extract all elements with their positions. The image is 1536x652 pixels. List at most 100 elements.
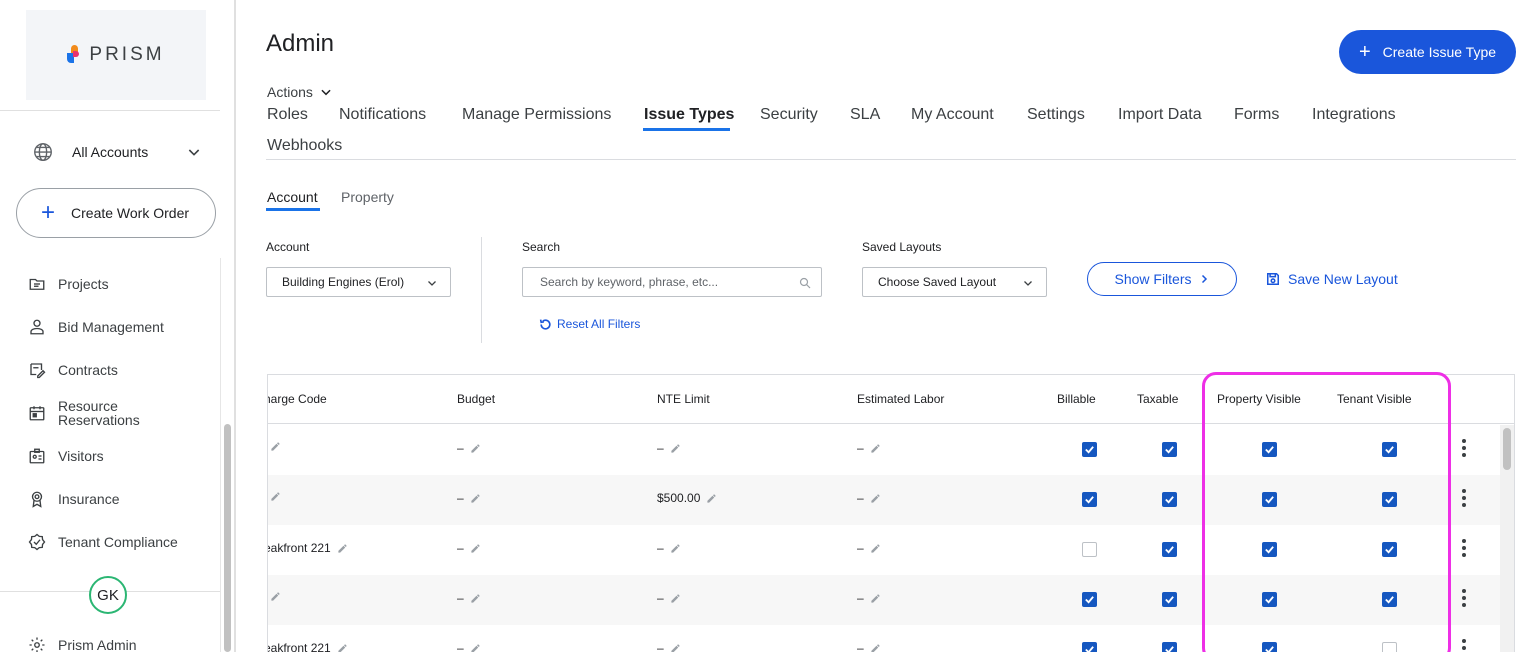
row-menu-icon[interactable]: [1462, 439, 1466, 459]
pencil-icon[interactable]: [270, 591, 281, 602]
table-row: eakfront 221 – – –: [268, 625, 1500, 652]
row-menu-icon[interactable]: [1462, 539, 1466, 559]
tab-forms[interactable]: Forms: [1234, 106, 1279, 124]
pencil-icon[interactable]: [870, 443, 881, 454]
column-header-tenant-visible[interactable]: Tenant Visible: [1337, 392, 1412, 406]
row-menu-icon[interactable]: [1462, 639, 1466, 652]
pencil-icon[interactable]: [470, 493, 481, 504]
create-work-order-button[interactable]: + Create Work Order: [16, 188, 216, 238]
sidebar-item-tenant-compliance[interactable]: Tenant Compliance: [28, 520, 218, 563]
sidebar-item-prism-admin[interactable]: Prism Admin: [28, 636, 137, 652]
pencil-icon[interactable]: [670, 543, 681, 554]
property-visible-checkbox[interactable]: [1262, 492, 1277, 507]
tenant-visible-checkbox[interactable]: [1382, 542, 1397, 557]
save-new-layout-button[interactable]: Save New Layout: [1266, 271, 1398, 287]
sidebar-item-label: Resource Reservations: [58, 397, 140, 428]
taxable-checkbox[interactable]: [1162, 592, 1177, 607]
account-selector[interactable]: All Accounts: [32, 140, 202, 164]
show-filters-button[interactable]: Show Filters: [1087, 262, 1237, 296]
tab-issue-types[interactable]: Issue Types: [644, 106, 734, 124]
pencil-icon[interactable]: [870, 593, 881, 604]
account-filter-select[interactable]: Building Engines (Erol): [266, 267, 451, 297]
pencil-icon[interactable]: [870, 543, 881, 554]
pencil-icon[interactable]: [670, 593, 681, 604]
tenant-visible-checkbox[interactable]: [1382, 492, 1397, 507]
taxable-checkbox[interactable]: [1162, 442, 1177, 457]
cell-value: –: [457, 591, 464, 605]
pencil-icon[interactable]: [870, 643, 881, 652]
check-icon: [1385, 596, 1394, 604]
tenant-visible-checkbox[interactable]: [1382, 442, 1397, 457]
property-visible-checkbox[interactable]: [1262, 592, 1277, 607]
tab-sla[interactable]: SLA: [850, 106, 880, 124]
billable-checkbox[interactable]: [1082, 492, 1097, 507]
search-input[interactable]: [540, 268, 800, 296]
tenant-visible-checkbox[interactable]: [1382, 592, 1397, 607]
column-header-budget[interactable]: Budget: [457, 392, 495, 406]
billable-checkbox[interactable]: [1082, 642, 1097, 652]
prism-logo[interactable]: PRISM: [26, 10, 206, 100]
row-menu-icon[interactable]: [1462, 489, 1466, 509]
taxable-checkbox[interactable]: [1162, 542, 1177, 557]
taxable-checkbox[interactable]: [1162, 642, 1177, 652]
column-header-charge-code[interactable]: harge Code: [268, 392, 327, 406]
tab-notifications[interactable]: Notifications: [339, 106, 426, 124]
column-header-nte-limit[interactable]: NTE Limit: [657, 392, 710, 406]
property-visible-checkbox[interactable]: [1262, 642, 1277, 652]
tab-integrations[interactable]: Integrations: [1312, 106, 1396, 124]
sidebar-item-contracts[interactable]: Contracts: [28, 348, 218, 391]
pencil-icon[interactable]: [470, 593, 481, 604]
tab-security[interactable]: Security: [760, 106, 818, 124]
pencil-icon[interactable]: [470, 643, 481, 652]
taxable-checkbox[interactable]: [1162, 492, 1177, 507]
sidebar-item-projects[interactable]: Projects: [28, 262, 218, 305]
reset-all-filters-link[interactable]: Reset All Filters: [539, 317, 640, 331]
pencil-icon[interactable]: [270, 491, 281, 502]
tenant-visible-checkbox[interactable]: [1382, 642, 1397, 652]
pencil-icon[interactable]: [470, 443, 481, 454]
pencil-icon[interactable]: [337, 643, 348, 652]
billable-checkbox[interactable]: [1082, 442, 1097, 457]
sidebar-scrollbar[interactable]: [224, 424, 231, 652]
sidebar-item-visitors[interactable]: Visitors: [28, 434, 218, 477]
cell-nte-limit: –: [657, 641, 681, 652]
column-header-taxable[interactable]: Taxable: [1137, 392, 1178, 406]
subtab-account[interactable]: Account: [267, 189, 318, 205]
actions-menu[interactable]: Actions: [267, 84, 333, 100]
tab-webhooks[interactable]: Webhooks: [267, 137, 342, 155]
tab-manage-permissions[interactable]: Manage Permissions: [462, 106, 611, 124]
pencil-icon[interactable]: [870, 493, 881, 504]
billable-checkbox[interactable]: [1082, 592, 1097, 607]
column-header-billable[interactable]: Billable: [1057, 392, 1096, 406]
sidebar-item-resource-reservations[interactable]: Resource Reservations: [28, 391, 218, 434]
tab-import-data[interactable]: Import Data: [1118, 106, 1202, 124]
table-scrollbar[interactable]: [1503, 428, 1511, 470]
subtab-property[interactable]: Property: [341, 189, 394, 205]
tab-roles[interactable]: Roles: [267, 106, 308, 124]
tab-my-account[interactable]: My Account: [911, 106, 994, 124]
sidebar-item-bid-management[interactable]: Bid Management: [28, 305, 218, 348]
table-row: eakfront 221 – – –: [268, 525, 1500, 575]
cell-value: –: [657, 591, 664, 605]
create-issue-type-button[interactable]: + Create Issue Type: [1339, 30, 1516, 74]
billable-checkbox[interactable]: [1082, 542, 1097, 557]
saved-layouts-select[interactable]: Choose Saved Layout: [862, 267, 1047, 297]
pencil-icon[interactable]: [706, 493, 717, 504]
cell-value: eakfront 221: [267, 541, 331, 555]
sidebar-item-insurance[interactable]: Insurance: [28, 477, 218, 520]
property-visible-checkbox[interactable]: [1262, 542, 1277, 557]
pencil-icon[interactable]: [470, 543, 481, 554]
search-icon[interactable]: [799, 277, 811, 289]
avatar[interactable]: GK: [89, 576, 127, 614]
save-new-layout-label: Save New Layout: [1288, 271, 1398, 287]
pencil-icon[interactable]: [270, 441, 281, 452]
property-visible-checkbox[interactable]: [1262, 442, 1277, 457]
row-menu-icon[interactable]: [1462, 589, 1466, 609]
column-header-property-visible[interactable]: Property Visible: [1217, 392, 1301, 406]
pencil-icon[interactable]: [337, 543, 348, 554]
pencil-icon[interactable]: [670, 643, 681, 652]
column-header-estimated-labor[interactable]: Estimated Labor: [857, 392, 944, 406]
pencil-icon[interactable]: [670, 443, 681, 454]
tab-settings[interactable]: Settings: [1027, 106, 1085, 124]
check-icon: [1265, 546, 1274, 554]
